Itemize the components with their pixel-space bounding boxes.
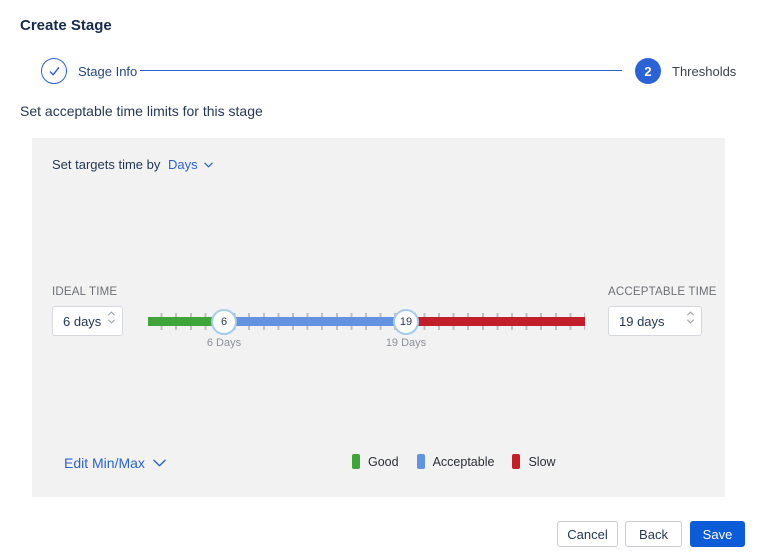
time-unit-dropdown[interactable]: Days: [168, 157, 213, 172]
chevron-down-icon: [204, 162, 213, 168]
edit-minmax-label: Edit Min/Max: [64, 455, 145, 471]
target-time-row: Set targets time by Days: [52, 157, 213, 172]
ideal-time-stepper[interactable]: [108, 311, 115, 324]
stepper-step-thresholds[interactable]: 2 Thresholds: [635, 58, 736, 84]
create-stage-modal: Create Stage Stage Info 2 Thresholds Set…: [0, 0, 758, 560]
page-title: Create Stage: [20, 17, 112, 34]
ideal-time-input[interactable]: [53, 307, 110, 335]
good-swatch-icon: [352, 454, 360, 469]
acceptable-time-input-wrapper: [608, 306, 702, 336]
target-time-label: Set targets time by: [52, 157, 161, 172]
ideal-time-input-wrapper: [52, 306, 123, 336]
stepper-step-label-stage-info: Stage Info: [78, 63, 138, 79]
slider-legend: Good Acceptable Slow: [352, 454, 556, 469]
back-button[interactable]: Back: [625, 521, 682, 547]
legend-item-slow: Slow: [512, 454, 556, 469]
legend-label: Acceptable: [432, 454, 495, 469]
edit-minmax-toggle[interactable]: Edit Min/Max: [64, 455, 166, 471]
acceptable-time-label: ACCEPTABLE TIME: [608, 286, 717, 298]
save-button[interactable]: Save: [690, 521, 745, 547]
stepper-step-label-thresholds: Thresholds: [672, 63, 737, 79]
slider-handle-acceptable-label: 19 Days: [385, 337, 427, 349]
acceptable-time-input[interactable]: [609, 307, 689, 335]
ideal-time-label: IDEAL TIME: [52, 286, 118, 298]
stepper-down-icon: [108, 319, 115, 324]
time-unit-value: Days: [168, 157, 198, 172]
stepper-up-icon: [108, 311, 115, 316]
acceptable-swatch-icon: [416, 454, 425, 469]
stepper-step-stage-info[interactable]: Stage Info: [41, 58, 137, 84]
stepper-down-icon: [687, 319, 694, 324]
stepper: Stage Info 2 Thresholds: [0, 58, 758, 84]
stepper-up-icon: [687, 311, 694, 316]
step-number-badge: 2: [635, 58, 661, 84]
slider-handle-ideal[interactable]: 6: [211, 309, 237, 335]
slider-handle-ideal-label: 6 Days: [206, 337, 242, 349]
chevron-down-icon: [153, 459, 166, 467]
section-heading: Set acceptable time limits for this stag…: [20, 103, 263, 119]
legend-label: Good: [368, 454, 399, 469]
legend-label: Slow: [528, 454, 556, 469]
acceptable-time-stepper[interactable]: [687, 311, 694, 324]
slider-segment-acceptable: [224, 317, 406, 326]
thresholds-panel: Set targets time by Days IDEAL TIME 6 19…: [32, 138, 725, 497]
slider-handle-acceptable[interactable]: 19: [393, 309, 419, 335]
slow-swatch-icon: [512, 454, 521, 469]
check-circle-icon: [41, 58, 67, 84]
slider-segment-slow: [406, 317, 585, 326]
cancel-button[interactable]: Cancel: [557, 521, 618, 547]
legend-item-good: Good: [352, 454, 399, 469]
legend-item-acceptable: Acceptable: [416, 454, 495, 469]
stepper-connector-line: [140, 70, 622, 71]
